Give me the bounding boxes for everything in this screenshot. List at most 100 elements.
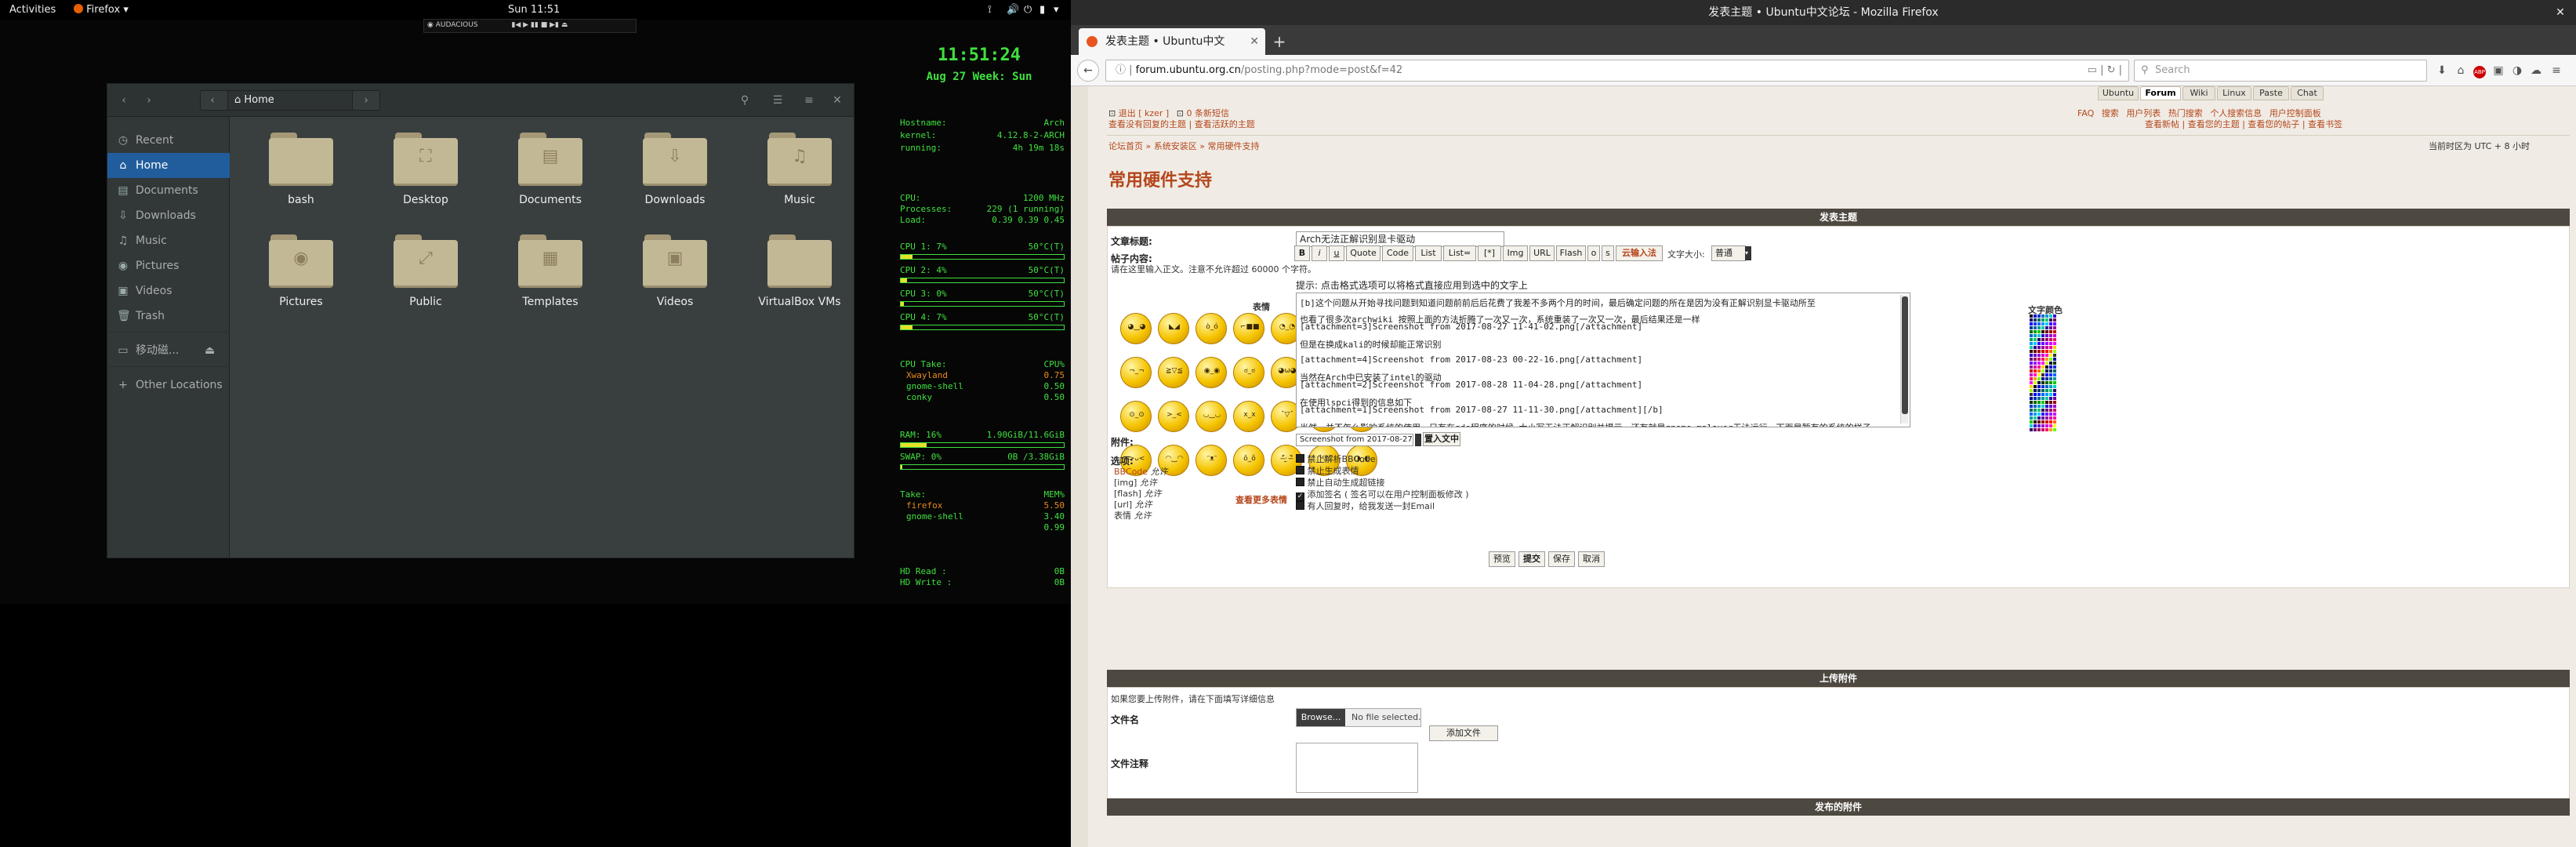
hamburger-menu-icon[interactable]: ≡ [2548,63,2565,78]
underline-button[interactable]: u [1329,245,1344,261]
s-button[interactable]: s [1602,245,1614,261]
volume-icon[interactable]: 🔊 [1007,4,1019,16]
menu-button[interactable]: ≡ [799,90,819,111]
smiley-icon[interactable]: ŏ_ŏ [1233,445,1264,476]
cancel-button[interactable]: 取消 [1578,551,1605,567]
smiley-icon[interactable]: x_x [1233,401,1264,432]
smiley-icon[interactable]: ¬_¬ [1120,357,1152,388]
option-row[interactable]: 禁止自动生成超链接 [1296,476,1385,489]
close-button[interactable]: ✕ [827,90,847,111]
preview-button[interactable]: 预览 [1489,551,1515,567]
download-icon[interactable]: ⬇ [2433,63,2451,78]
view-links[interactable]: 查看新帖 | 查看您的主题 | 查看您的帖子 | 查看书签 [2145,118,2342,130]
addon-icon[interactable]: ▣ [2490,63,2507,78]
smiley-icon[interactable]: >_< [1158,401,1189,432]
color-palette[interactable] [2030,314,2056,431]
option-row[interactable]: 禁止解析BBCode [1296,453,1376,465]
window-close-icon[interactable]: ✕ [2554,6,2567,19]
chevron-down-icon[interactable] [1415,434,1421,446]
sidebar-item-pictures[interactable]: ◉ Pictures [107,253,230,278]
new-tab-button[interactable]: + [1268,31,1290,52]
checkbox[interactable] [1296,454,1304,463]
checkbox[interactable] [1296,466,1304,474]
file-item[interactable]: VirtualBox VMs [749,234,851,308]
tab-forum[interactable]: 发表主题 • Ubuntu中文 ✕ [1079,28,1265,55]
page-title[interactable]: 常用硬件支持 [1108,166,1212,191]
smiley-icon[interactable]: ◡‿◡ [1195,401,1227,432]
smiley-icon[interactable]: ⊙_⊙ [1120,401,1152,432]
audacious-mini-player[interactable]: ◉ AUDACIOUS ▮◀ ▶ ▮▮ ■ ▶▮ ⏏ [423,19,637,33]
smiley-icon[interactable]: ◕‿◕ [1120,313,1152,344]
sidebar-item-recent[interactable]: ◷ Recent [107,128,230,153]
file-item[interactable]: ⛶ Desktop [375,133,477,206]
file-item[interactable]: bash [250,133,352,206]
nav-chat[interactable]: Chat [2291,86,2324,100]
nav-forum[interactable]: Forum [2140,86,2181,100]
abp-icon[interactable]: ABP [2471,63,2488,78]
sidebar-item-videos[interactable]: ▣ Videos [107,278,230,304]
clock[interactable]: Sun 11:51 [508,4,560,16]
file-input[interactable]: Browse... No file selected. [1296,708,1421,727]
message-textarea[interactable]: [b]这个问题从开始寻找问题到知道问题前前后后花费了我差不多两个月的时间，最后确… [1296,293,1910,427]
smiley-icon[interactable]: ◉_◉ [1195,357,1227,388]
add-file-button[interactable]: 添加文件 [1429,725,1498,741]
o-button[interactable]: o [1587,245,1600,261]
smiley-icon[interactable]: ò_ó [1195,313,1227,344]
battery-icon[interactable]: ▮ [1039,4,1045,16]
quote-button[interactable]: Quote [1346,245,1381,261]
font-size-select[interactable]: 普通 ▾ [1711,245,1751,261]
list-ordered-button[interactable]: List= [1443,245,1476,261]
smiley-icon[interactable]: ⌐■■ [1233,313,1264,344]
nav-wiki[interactable]: Wiki [2182,86,2215,100]
file-item[interactable]: ♫ Music [749,133,851,206]
reader-reload-icons[interactable]: ▭ | ↻ | [2088,60,2122,81]
checkbox[interactable] [1296,501,1304,510]
code-button[interactable]: Code [1382,245,1413,261]
breadcrumb[interactable]: 论坛首页 » 系统安装区 » 常用硬件支持 [1108,140,1259,152]
path-home-button[interactable]: ⌂ Home [227,91,353,110]
nav-linux[interactable]: Linux [2217,86,2251,100]
file-item[interactable]: ◉ Pictures [250,234,352,308]
shield-icon[interactable]: ◑ [2509,63,2526,78]
activities-button[interactable]: Activities [9,4,56,16]
submit-button[interactable]: 提交 [1518,551,1545,567]
subject-input[interactable]: Arch无法正解识别显卡驱动 [1296,231,1504,247]
home-icon[interactable]: ⌂ [2452,63,2469,78]
app-menu[interactable]: Firefox ▾ [74,4,129,16]
back-button[interactable]: ‹ [114,90,134,111]
path-right-button[interactable]: › [354,91,378,110]
view-list-button[interactable]: ☰ [767,90,788,111]
sidebar-item-home[interactable]: ⌂ Home [107,153,230,178]
cloud-ime-button[interactable]: 云输入法 [1616,245,1663,261]
file-item[interactable]: ▤ Documents [499,133,601,206]
file-item[interactable]: ⇩ Downloads [624,133,726,206]
textarea-scrollbar[interactable] [1900,295,1908,424]
file-item[interactable]: ▣ Videos [624,234,726,308]
power-icon[interactable]: ⏻ [1024,4,1032,16]
attachment-select[interactable]: Screenshot from 2017-08-27 11-47-23.png [1296,434,1413,446]
sidebar-item-music[interactable]: ♫ Music [107,228,230,253]
search-button[interactable]: ⚲ [735,90,755,111]
browse-button[interactable]: Browse... [1297,709,1345,726]
sidebar-item-trash[interactable]: 🗑 Trash [107,304,230,329]
file-comment-textarea[interactable] [1296,743,1418,793]
forward-button[interactable]: › [139,90,159,111]
list-item-button[interactable]: [*] [1478,245,1501,261]
smiley-icon[interactable]: ಠ_ಠ [1233,357,1264,388]
url-bar[interactable]: ⓘ | forum.ubuntu.org.cn/posting.php?mode… [1105,60,2129,82]
nav-ubuntu[interactable]: Ubuntu [2098,86,2139,100]
topic-links[interactable]: 查看没有回复的主题 | 查看活跃的主题 [1108,118,1255,130]
file-item[interactable]: ⤢ Public [375,234,477,308]
nav-paste[interactable]: Paste [2253,86,2289,100]
img-button[interactable]: Img [1503,245,1528,261]
sidebar-item-documents[interactable]: ▤ Documents [107,178,230,203]
search-link[interactable]: 搜索 [2102,108,2119,118]
smiley-icon[interactable]: ᵔᴥᵔ [1195,445,1227,476]
chevron-down-icon[interactable]: ▾ [1054,4,1059,16]
eject-icon[interactable]: ⏏ [205,338,215,363]
playback-controls-icon[interactable]: ▮◀ ▶ ▮▮ ■ ▶▮ ⏏ [511,21,568,29]
sidebar-item-other-locations[interactable]: + Other Locations [107,373,230,398]
faq-link[interactable]: FAQ [2077,108,2094,118]
file-item[interactable]: ▦ Templates [499,234,601,308]
option-row[interactable]: 有人回复时，给我发送一封Email [1296,500,1435,512]
